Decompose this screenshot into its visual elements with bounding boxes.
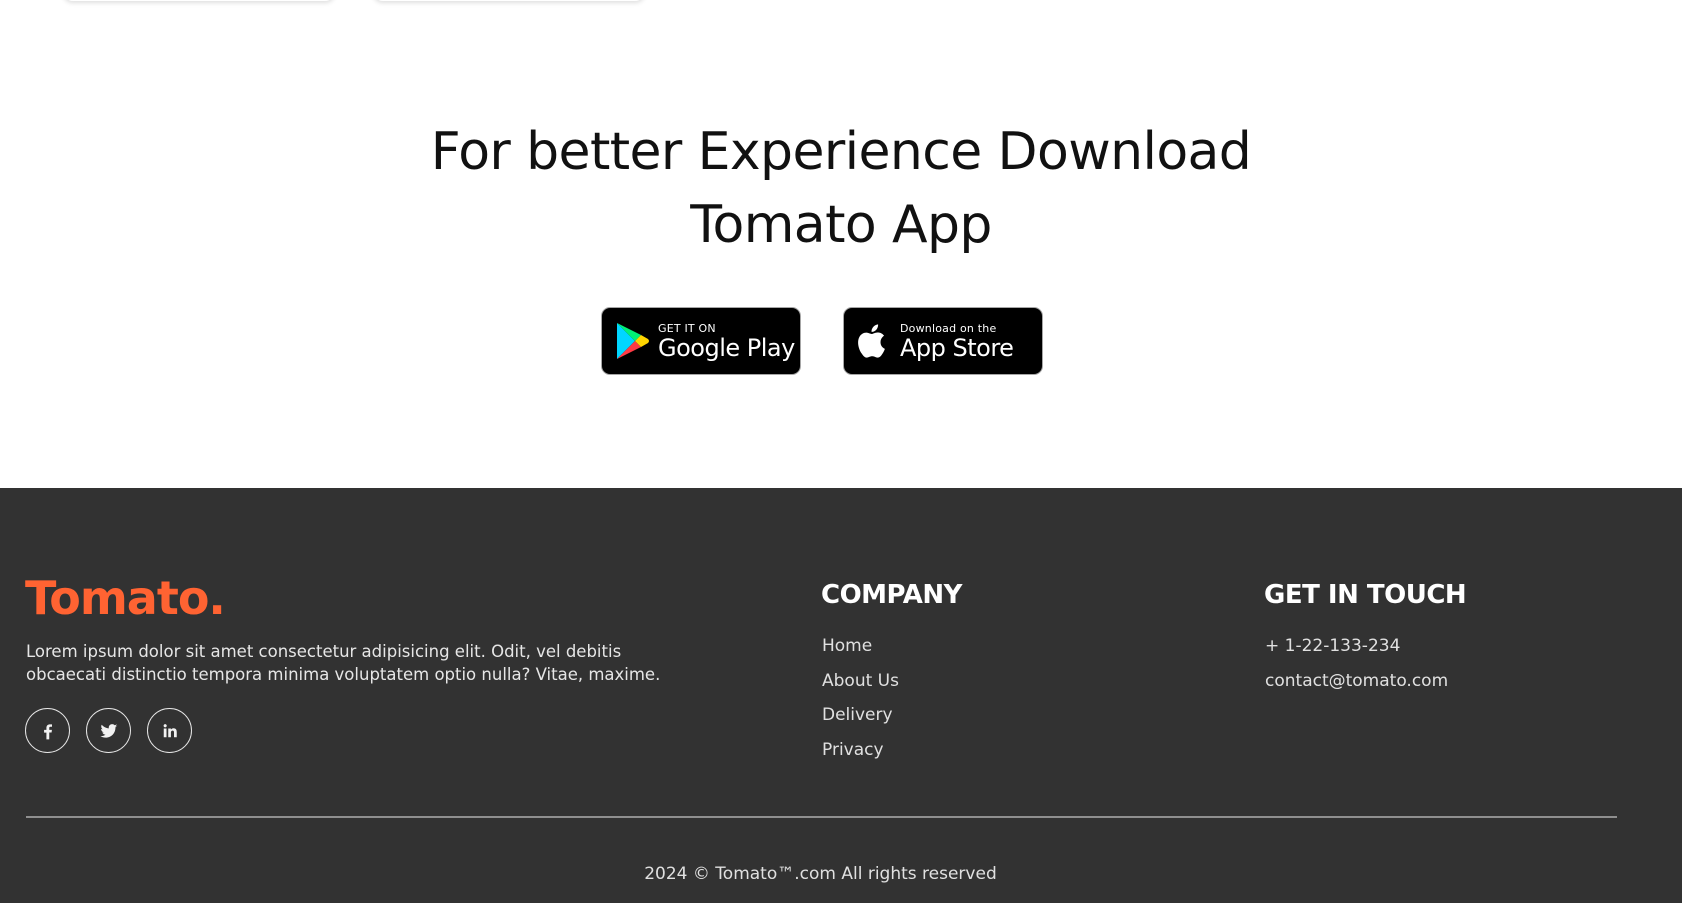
app-store-big-label: App Store: [900, 333, 1014, 362]
contact-email: contact@tomato.com: [1265, 670, 1449, 691]
footer-link-privacy[interactable]: Privacy: [822, 739, 899, 774]
linkedin-icon: [163, 723, 177, 737]
contact-info: + 1-22-133-234 contact@tomato.com: [1265, 635, 1448, 704]
copyright-text: 2024 © Tomato™.com All rights reserved: [644, 864, 997, 884]
app-store-small-label: Download on the: [900, 321, 997, 335]
google-play-big-label: Google Play: [658, 333, 795, 362]
app-download-title-line2: Tomato App: [690, 195, 992, 255]
app-download-title: For better Experience Download Tomato Ap…: [341, 116, 1341, 262]
facebook-link[interactable]: [25, 708, 70, 753]
company-links: Home About Us Delivery Privacy: [822, 635, 899, 773]
app-store-button[interactable]: Download on the App Store: [843, 307, 1043, 375]
contact-phone: + 1-22-133-234: [1265, 636, 1401, 656]
footer-about-text: Lorem ipsum dolor sit amet consectetur a…: [26, 642, 661, 684]
twitter-icon: [99, 723, 117, 738]
footer: Tomato. Lorem ipsum dolor sit amet conse…: [0, 488, 1682, 903]
company-heading: COMPANY: [821, 580, 962, 610]
footer-logo[interactable]: Tomato.: [25, 570, 226, 626]
linkedin-link[interactable]: [147, 708, 192, 753]
google-play-icon: [617, 323, 649, 359]
get-in-touch-heading: GET IN TOUCH: [1264, 580, 1467, 610]
facebook-icon: [43, 723, 52, 739]
page: For better Experience Download Tomato Ap…: [0, 0, 1682, 903]
store-buttons: GET IT ON Google Play Download on the Ap…: [601, 307, 1043, 375]
footer-link-delivery[interactable]: Delivery: [822, 704, 899, 739]
footer-link-about-us[interactable]: About Us: [822, 670, 899, 705]
google-play-button[interactable]: GET IT ON Google Play: [601, 307, 801, 375]
footer-link-home[interactable]: Home: [822, 635, 899, 670]
twitter-link[interactable]: [86, 708, 131, 753]
app-download-section: For better Experience Download Tomato Ap…: [0, 0, 1682, 488]
social-links: [25, 708, 192, 753]
apple-icon: [858, 324, 885, 358]
google-play-small-label: GET IT ON: [658, 321, 716, 335]
app-download-title-line1: For better Experience Download: [430, 122, 1252, 182]
footer-divider: [26, 816, 1617, 818]
